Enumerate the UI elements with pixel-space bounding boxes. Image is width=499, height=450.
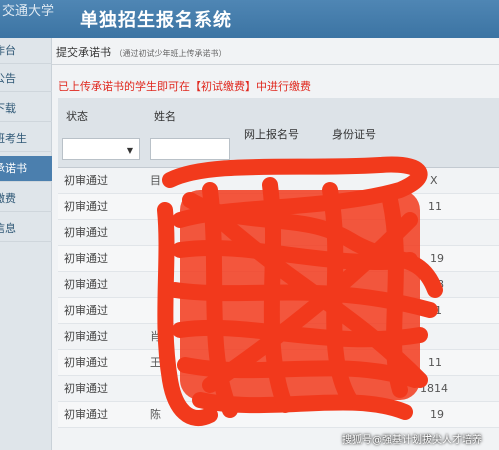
column-header-reg-no: 网上报名号 bbox=[244, 128, 299, 141]
row-id-tail: 1814 bbox=[420, 382, 448, 395]
column-header-name: 姓名 bbox=[154, 110, 176, 123]
logo-text: 交通大学 bbox=[2, 4, 55, 19]
row-id-tail: 19 bbox=[430, 408, 444, 421]
row-status: 初审通过 bbox=[64, 278, 108, 291]
table-row[interactable]: 初审通过 王 11 bbox=[58, 350, 499, 376]
row-status: 初审通过 bbox=[64, 382, 108, 395]
row-status: 初审通过 bbox=[64, 330, 108, 343]
sidebar-item-label: 下载 bbox=[0, 102, 16, 115]
column-header-status: 状态 bbox=[66, 110, 88, 123]
row-status: 初审通过 bbox=[64, 408, 108, 421]
sidebar-item-label: 班考生 bbox=[0, 132, 27, 145]
sidebar-item-commitment[interactable]: 承诺书 bbox=[0, 156, 52, 182]
row-name: 陈 bbox=[150, 408, 161, 421]
panel-title-text: 提交承诺书 bbox=[56, 46, 111, 59]
row-id-tail: 19 bbox=[430, 252, 444, 265]
sidebar-item-download[interactable]: 下载 bbox=[0, 96, 52, 122]
sidebar-item-workbench[interactable]: 作台 bbox=[0, 38, 52, 64]
sidebar-item-info[interactable]: 信息 bbox=[0, 216, 52, 242]
row-id-tail: X bbox=[430, 174, 438, 187]
row-status: 初审通过 bbox=[64, 304, 108, 317]
row-status: 初审通过 bbox=[64, 226, 108, 239]
sidebar-item-payment[interactable]: 缴费 bbox=[0, 186, 52, 212]
panel-hint: （通过初试少年班上传承诺书） bbox=[114, 49, 227, 58]
university-logo: 交通大学 bbox=[0, 4, 58, 34]
row-name: 肖 bbox=[150, 330, 161, 343]
row-name: 王 bbox=[150, 356, 161, 369]
name-filter-input[interactable] bbox=[150, 138, 230, 160]
sidebar-item-label: 信息 bbox=[0, 222, 16, 235]
table-row[interactable]: 初审通过 bbox=[58, 220, 499, 246]
table-row[interactable]: 初审通过 陈 19 bbox=[58, 402, 499, 428]
row-status: 初审通过 bbox=[64, 174, 108, 187]
row-id-tail: 11 bbox=[428, 356, 442, 369]
main-content: 提交承诺书 （通过初试少年班上传承诺书） 已上传承诺书的学生即可在【初试缴费】中… bbox=[52, 38, 499, 450]
panel-title: 提交承诺书 （通过初试少年班上传承诺书） bbox=[56, 44, 227, 60]
table-row[interactable]: 初审通过 1814 bbox=[58, 376, 499, 402]
table-row[interactable]: 初审通过 11 bbox=[58, 194, 499, 220]
row-id-tail: 11 bbox=[428, 200, 442, 213]
row-status: 初审通过 bbox=[64, 200, 108, 213]
row-id-tail: 11 bbox=[428, 304, 442, 317]
sidebar-item-label: 作台 bbox=[0, 44, 16, 57]
table-header: 状态 姓名 网上报名号 身份证号 ▼ bbox=[58, 98, 499, 168]
commitment-table: 状态 姓名 网上报名号 身份证号 ▼ 初审通过 目 X 初审通过 11 初审通过 bbox=[58, 98, 499, 450]
payment-notice: 已上传承诺书的学生即可在【初试缴费】中进行缴费 bbox=[58, 80, 311, 93]
sidebar-item-label: 公告 bbox=[0, 72, 16, 85]
sidebar-item-class-candidate[interactable]: 班考生 bbox=[0, 126, 52, 152]
sidebar-item-announcement[interactable]: 公告 bbox=[0, 66, 52, 92]
sidebar-item-label: 缴费 bbox=[0, 192, 16, 205]
chevron-down-icon: ▼ bbox=[126, 146, 133, 155]
table-row[interactable]: 初审通过 肖 bbox=[58, 324, 499, 350]
top-header: 交通大学 单独招生报名系统 bbox=[0, 0, 499, 38]
table-row[interactable]: 初审通过 11 bbox=[58, 298, 499, 324]
watermark: 搜狐号@强基计划拔尖人才培养 bbox=[342, 435, 482, 446]
divider bbox=[52, 64, 499, 65]
app-title: 单独招生报名系统 bbox=[80, 10, 232, 31]
row-name: 目 bbox=[150, 174, 161, 187]
sidebar-item-label: 承诺书 bbox=[0, 162, 27, 175]
row-status: 初审通过 bbox=[64, 252, 108, 265]
column-header-id-no: 身份证号 bbox=[332, 128, 376, 141]
status-filter-select[interactable]: ▼ bbox=[62, 138, 140, 160]
row-status: 初审通过 bbox=[64, 356, 108, 369]
table-row[interactable]: 初审通过 28 bbox=[58, 272, 499, 298]
table-row[interactable]: 初审通过 19 bbox=[58, 246, 499, 272]
row-id-tail: 28 bbox=[430, 278, 444, 291]
table-row[interactable]: 初审通过 目 X bbox=[58, 168, 499, 194]
sidebar: 作台 公告 下载 班考生 承诺书 缴费 信息 bbox=[0, 38, 52, 450]
